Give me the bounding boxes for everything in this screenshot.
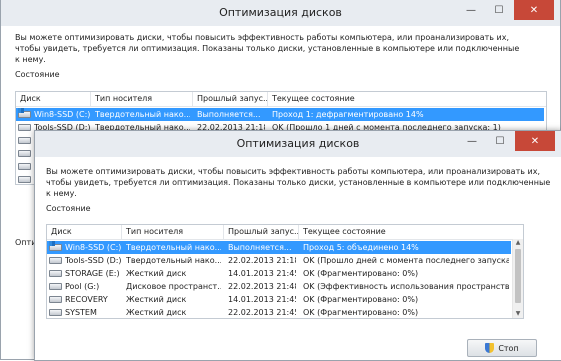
status-cell: OK (Фрагментировано: 0%) bbox=[303, 308, 419, 317]
minimize-icon[interactable]: — bbox=[458, 0, 484, 20]
drive-row[interactable]: Pool (G:) Дисковое пространст... 22.02.201… bbox=[47, 280, 511, 293]
intro-text: Вы можете оптимизировать диски, чтобы по… bbox=[46, 167, 551, 198]
system-drive-icon bbox=[18, 108, 31, 118]
status-cell: OK (Фрагментировано: 0%) bbox=[303, 295, 419, 304]
close-icon[interactable]: ✕ bbox=[514, 0, 554, 20]
drive-icon bbox=[18, 163, 31, 170]
maximize-icon[interactable]: ☐ bbox=[486, 0, 512, 20]
status-cell: OK (Прошло дней с момента последнего зап… bbox=[303, 256, 509, 265]
column-headers: Диск Тип носителя Прошлый запус... Текущ… bbox=[16, 92, 546, 107]
drive-name-cell: STORAGE (E:) bbox=[65, 269, 120, 278]
status-section-label: Состояние bbox=[15, 70, 60, 79]
media-type-cell: Твердотельный нако... bbox=[95, 110, 190, 119]
status-cell: Проход 1: дефрагментировано 14% bbox=[272, 110, 424, 119]
stop-button[interactable]: Стоп bbox=[467, 339, 537, 357]
column-header-media[interactable]: Тип носителя bbox=[122, 225, 224, 239]
drive-icon bbox=[49, 309, 62, 316]
close-icon[interactable]: ✕ bbox=[515, 131, 555, 151]
last-run-cell: 22.02.2013 21:18 bbox=[228, 256, 296, 265]
column-header-drive[interactable]: Диск bbox=[16, 92, 91, 106]
title-bar[interactable]: Оптимизация дисков — ☐ ✕ bbox=[1, 0, 560, 26]
last-run-cell: 22.02.2013 21:45 bbox=[228, 308, 296, 317]
drive-icon bbox=[18, 124, 31, 131]
drive-name-cell: Pool (G:) bbox=[65, 282, 100, 291]
drives-list[interactable]: Диск Тип носителя Прошлый запус... Текущ… bbox=[46, 224, 524, 319]
drive-row[interactable]: Tools-SSD (D:) Твердотельный нако... 22.02… bbox=[47, 254, 511, 267]
drive-icon bbox=[18, 150, 31, 157]
drive-icon bbox=[18, 137, 31, 144]
drive-row[interactable]: SYSTEM Жесткий диск 22.02.2013 21:45 OK (Фр… bbox=[47, 306, 511, 318]
vertical-scrollbar[interactable]: ▲ ▼ bbox=[512, 239, 523, 318]
system-drive-icon bbox=[49, 241, 62, 251]
last-run-cell: Выполняется... bbox=[228, 243, 292, 252]
scroll-down-icon[interactable]: ▼ bbox=[513, 310, 523, 318]
title-bar[interactable]: Оптимизация дисков — ☐ ✕ bbox=[35, 131, 561, 157]
scroll-thumb[interactable] bbox=[515, 249, 521, 303]
drive-row[interactable]: Win8-SSD (C:) Твердотельный нако... Выполн… bbox=[47, 241, 511, 254]
media-type-cell: Дисковое пространст... bbox=[126, 282, 221, 291]
maximize-icon[interactable]: ☐ bbox=[487, 131, 513, 151]
status-section-label: Состояние bbox=[46, 204, 91, 213]
column-header-last-run[interactable]: Прошлый запус... bbox=[193, 92, 268, 106]
last-run-cell: Выполняется... bbox=[197, 110, 261, 119]
media-type-cell: Твердотельный нако... bbox=[126, 256, 221, 265]
media-type-cell: Жесткий диск bbox=[126, 269, 187, 278]
drive-name-cell: RECOVERY bbox=[65, 295, 108, 304]
last-run-cell: 14.01.2013 21:45 bbox=[228, 269, 296, 278]
column-headers: Диск Тип носителя Прошлый запус... Текущ… bbox=[47, 225, 523, 240]
drive-icon bbox=[18, 176, 31, 183]
last-run-cell: 22.02.2013 21:48 bbox=[228, 282, 296, 291]
uac-shield-icon bbox=[485, 343, 495, 353]
status-cell: OK (Фрагментировано: 0%) bbox=[303, 269, 419, 278]
status-cell: Проход 5: объединено 14% bbox=[303, 243, 419, 252]
drive-name-cell: Tools-SSD (D:) bbox=[65, 256, 121, 265]
drive-icon bbox=[49, 283, 62, 290]
media-type-cell: Твердотельный нако... bbox=[126, 243, 221, 252]
drive-row[interactable]: Win8-SSD (C:) Твердотельный нако... Выполн… bbox=[16, 108, 544, 121]
last-run-cell: 14.01.2013 21:45 bbox=[228, 295, 296, 304]
column-header-drive[interactable]: Диск bbox=[47, 225, 122, 239]
drive-row[interactable]: RECOVERY Жесткий диск 14.01.2013 21:45 OK (… bbox=[47, 293, 511, 306]
media-type-cell: Жесткий диск bbox=[126, 295, 187, 304]
column-header-last-run[interactable]: Прошлый запус... bbox=[224, 225, 299, 239]
drive-icon bbox=[49, 296, 62, 303]
drive-row[interactable]: STORAGE (E:) Жесткий диск 14.01.2013 21:45… bbox=[47, 267, 511, 280]
drive-icon bbox=[49, 257, 62, 264]
media-type-cell: Жесткий диск bbox=[126, 308, 187, 317]
drive-name-cell: SYSTEM bbox=[65, 308, 97, 317]
column-header-status[interactable]: Текущее состояние bbox=[268, 92, 542, 106]
drive-icon bbox=[49, 270, 62, 277]
defrag-window-front: Оптимизация дисков — ☐ ✕ Вы можете оптим… bbox=[34, 130, 561, 361]
scroll-up-icon[interactable]: ▲ bbox=[513, 239, 523, 247]
intro-text: Вы можете оптимизировать диски, чтобы по… bbox=[15, 33, 520, 64]
drive-name-cell: Win8-SSD (C:) bbox=[34, 110, 90, 119]
column-header-status[interactable]: Текущее состояние bbox=[299, 225, 523, 239]
stop-button-label: Стоп bbox=[498, 343, 519, 353]
drive-name-cell: Win8-SSD (C:) bbox=[65, 243, 121, 252]
column-header-media[interactable]: Тип носителя bbox=[91, 92, 193, 106]
status-cell: OK (Эффективность использования простран… bbox=[303, 282, 509, 291]
minimize-icon[interactable]: — bbox=[459, 131, 485, 151]
